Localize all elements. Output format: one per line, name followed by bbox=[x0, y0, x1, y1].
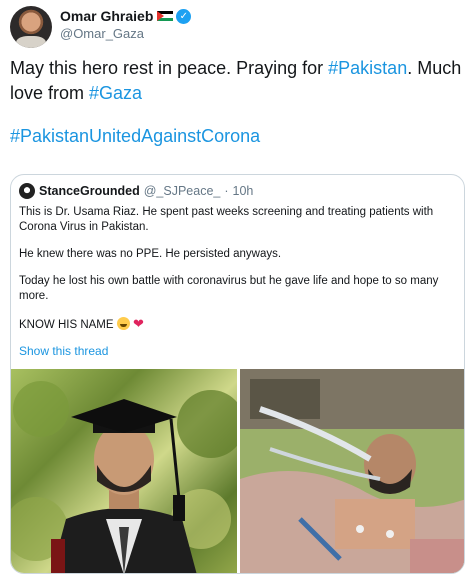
quoted-closing-line: KNOW HIS NAME ❤ bbox=[19, 316, 457, 333]
quoted-paragraph: This is Dr. Usama Riaz. He spent past we… bbox=[19, 206, 434, 233]
quoted-tweet-header: StanceGrounded @_SJPeace_ · 10h bbox=[19, 183, 253, 199]
hashtag-gaza-link[interactable]: #Gaza bbox=[89, 83, 142, 103]
dot-separator: · bbox=[224, 184, 229, 198]
show-this-thread-link[interactable]: Show this thread bbox=[19, 344, 108, 359]
quoted-paragraph: He knew there was no PPE. He persisted a… bbox=[19, 248, 282, 260]
hospital-photo-drawing bbox=[240, 369, 464, 573]
red-heart-emoji-icon: ❤ bbox=[132, 316, 144, 331]
quoted-author-handle: @_SJPeace_ bbox=[143, 184, 221, 198]
tweet-text-segment: May this hero rest in peace. Praying for bbox=[10, 58, 329, 78]
tweet-line-3: #PakistanUnitedAgainstCorona bbox=[10, 124, 470, 149]
tweet-line-1: May this hero rest in peace. Praying for… bbox=[10, 56, 470, 106]
verified-badge-icon: ✓ bbox=[176, 8, 192, 24]
graduation-photo-drawing bbox=[11, 381, 237, 573]
author-name-row: Omar Ghraieb ✓ bbox=[60, 8, 192, 24]
quoted-tweet-card[interactable]: StanceGrounded @_SJPeace_ · 10h This is … bbox=[10, 174, 465, 574]
hashtag-pakistanunitedagainstcorona-link[interactable]: #PakistanUnitedAgainstCorona bbox=[10, 126, 260, 146]
author-avatar[interactable] bbox=[10, 6, 52, 48]
quoted-tweet-media bbox=[11, 369, 464, 573]
author-display-name[interactable]: Omar Ghraieb bbox=[60, 8, 153, 24]
author-names: Omar Ghraieb ✓ @Omar_Gaza bbox=[60, 8, 192, 41]
palestine-flag-icon bbox=[157, 10, 174, 22]
quoted-tweet-body: This is Dr. Usama Riaz. He spent past we… bbox=[19, 205, 457, 360]
quoted-tweet-time: 10h bbox=[232, 184, 254, 198]
tweet-header: Omar Ghraieb ✓ @Omar_Gaza bbox=[10, 6, 465, 48]
quoted-author-display-name: StanceGrounded bbox=[39, 184, 140, 198]
crying-face-emoji-icon bbox=[116, 317, 130, 330]
author-handle[interactable]: @Omar_Gaza bbox=[60, 26, 191, 41]
graduation-photo[interactable] bbox=[11, 369, 237, 573]
quoted-closing-text: KNOW HIS NAME bbox=[19, 319, 114, 331]
quoted-author-avatar bbox=[19, 183, 35, 199]
quoted-paragraph: Today he lost his own battle with corona… bbox=[19, 275, 439, 302]
tweet-text: May this hero rest in peace. Praying for… bbox=[10, 56, 470, 149]
hashtag-pakistan-link[interactable]: #Pakistan bbox=[328, 58, 407, 78]
hospital-photo[interactable] bbox=[240, 369, 464, 573]
